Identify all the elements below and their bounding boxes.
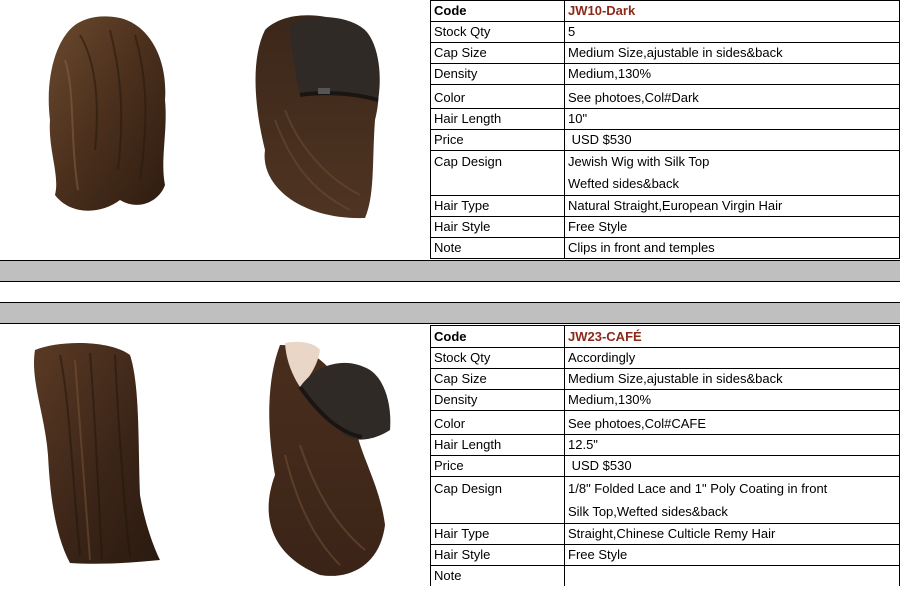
wig-side-view-2 — [268, 341, 391, 576]
code-label: Code — [430, 0, 565, 22]
row-value: Free Style — [564, 544, 900, 566]
row-value: USD $530 — [564, 455, 900, 477]
row-label: Cap Size — [430, 42, 565, 64]
product-2-spec-table: Code JW23-CAFÉ Stock Qty Accordingly Cap… — [430, 325, 900, 586]
cap-design-line-2: Silk Top,Wefted sides&back — [568, 504, 728, 519]
table-row: Price USD $530 — [430, 455, 900, 477]
row-value: 5 — [564, 21, 900, 43]
row-label: Cap Size — [430, 368, 565, 390]
row-label: Color — [430, 84, 565, 109]
row-value: Medium Size,ajustable in sides&back — [564, 42, 900, 64]
row-label: Price — [430, 455, 565, 477]
table-row: Color See photoes,Col#CAFE — [430, 410, 900, 435]
row-label: Density — [430, 63, 565, 85]
row-label: Cap Design — [430, 476, 565, 524]
table-row: Density Medium,130% — [430, 389, 900, 411]
row-value: Accordingly — [564, 347, 900, 369]
row-label: Color — [430, 410, 565, 435]
row-value: 12.5" — [564, 434, 900, 456]
row-value: Jewish Wig with Silk Top Wefted sides&ba… — [564, 150, 900, 196]
table-row: Hair Style Free Style — [430, 544, 900, 566]
row-label: Cap Design — [430, 150, 565, 196]
row-label: Hair Style — [430, 216, 565, 238]
table-row: Hair Type Straight,Chinese Culticle Remy… — [430, 523, 900, 545]
wig-front-view-2 — [33, 343, 160, 564]
product-1-spec-table: Code JW10-Dark Stock Qty 5 Cap Size Medi… — [430, 0, 900, 259]
row-label: Hair Type — [430, 523, 565, 545]
table-row: Hair Length 12.5" — [430, 434, 900, 456]
table-row: Hair Style Free Style — [430, 216, 900, 238]
product-1-wig-photos — [48, 15, 380, 219]
row-value: Medium,130% — [564, 63, 900, 85]
row-label: Note — [430, 237, 565, 259]
table-row: Cap Design Jewish Wig with Silk Top Weft… — [430, 150, 900, 196]
row-label: Hair Style — [430, 544, 565, 566]
table-row: Cap Size Medium Size,ajustable in sides&… — [430, 42, 900, 64]
table-row: Hair Length 10" — [430, 108, 900, 130]
cap-design-line-1: Jewish Wig with Silk Top — [568, 154, 710, 169]
code-value: JW23-CAFÉ — [564, 325, 900, 348]
table-row: Cap Design 1/8" Folded Lace and 1" Poly … — [430, 476, 900, 524]
row-label: Hair Length — [430, 108, 565, 130]
row-value: Medium,130% — [564, 389, 900, 411]
table-row: Density Medium,130% — [430, 63, 900, 85]
row-label: Hair Length — [430, 434, 565, 456]
product-1-images — [0, 0, 430, 260]
product-2-images — [0, 325, 430, 590]
row-value: Straight,Chinese Culticle Remy Hair — [564, 523, 900, 545]
table-row: Note Clips in front and temples — [430, 237, 900, 259]
code-value: JW10-Dark — [564, 0, 900, 22]
table-row: Stock Qty 5 — [430, 21, 900, 43]
table-row: Stock Qty Accordingly — [430, 347, 900, 369]
row-value: See photoes,Col#Dark — [564, 84, 900, 109]
row-label: Note — [430, 565, 565, 586]
table-row: Cap Size Medium Size,ajustable in sides&… — [430, 368, 900, 390]
row-value: See photoes,Col#CAFE — [564, 410, 900, 435]
row-value: Natural Straight,European Virgin Hair — [564, 195, 900, 217]
table-row: Note — [430, 565, 900, 586]
row-label: Stock Qty — [430, 347, 565, 369]
table-row: Hair Type Natural Straight,European Virg… — [430, 195, 900, 217]
row-label: Stock Qty — [430, 21, 565, 43]
wig-front-view-1 — [48, 16, 166, 211]
row-label: Density — [430, 389, 565, 411]
row-value — [564, 565, 900, 586]
cap-design-line-2: Wefted sides&back — [568, 176, 680, 191]
row-value: USD $530 — [564, 129, 900, 151]
row-value: 1/8" Folded Lace and 1" Poly Coating in … — [564, 476, 900, 524]
separator-bar-1 — [0, 260, 900, 282]
row-value: Clips in front and temples — [564, 237, 900, 259]
table-row: Code JW10-Dark — [430, 0, 900, 22]
cap-design-line-1: 1/8" Folded Lace and 1" Poly Coating in … — [568, 481, 828, 496]
product-block-1: Code JW10-Dark Stock Qty 5 Cap Size Medi… — [0, 0, 900, 260]
table-row: Price USD $530 — [430, 129, 900, 151]
separator-bar-2 — [0, 302, 900, 324]
wig-side-view-1 — [255, 15, 380, 219]
row-value: 10" — [564, 108, 900, 130]
row-value: Free Style — [564, 216, 900, 238]
table-row: Color See photoes,Col#Dark — [430, 84, 900, 109]
table-row: Code JW23-CAFÉ — [430, 325, 900, 348]
row-value: Medium Size,ajustable in sides&back — [564, 368, 900, 390]
code-label: Code — [430, 325, 565, 348]
product-2-wig-photos — [33, 341, 391, 576]
product-block-2: Code JW23-CAFÉ Stock Qty Accordingly Cap… — [0, 325, 900, 590]
row-label: Hair Type — [430, 195, 565, 217]
row-label: Price — [430, 129, 565, 151]
